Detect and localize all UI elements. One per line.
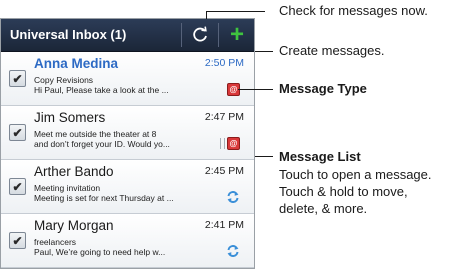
message-checkbox[interactable]: ✔	[9, 178, 26, 195]
sender-name: Anna Medina	[34, 56, 119, 71]
callout-leader	[255, 51, 273, 52]
message-time: 2:41 PM	[204, 219, 244, 231]
callout-list-instruction-1: Touch to open a message.	[279, 167, 432, 182]
attachment-icon	[220, 138, 225, 149]
message-row[interactable]: ✔ Arther Bando 2:45 PM Meeting invitation Me…	[1, 160, 254, 214]
message-time: 2:45 PM	[204, 165, 244, 177]
message-preview: Meeting is set for next Thursday at ...	[34, 193, 174, 203]
message-subject: Meeting invitation	[34, 183, 101, 193]
refresh-icon	[193, 26, 207, 42]
callout-create-messages: Create messages.	[279, 43, 385, 58]
callout-message-type: Message Type	[279, 81, 367, 96]
message-row[interactable]: ✔ Jim Somers 2:47 PM Meet me outside the th…	[1, 106, 254, 160]
message-preview: and don’t forget your ID. Would yo...	[34, 139, 170, 149]
sender-name: Arther Bando	[34, 164, 114, 179]
message-time: 2:47 PM	[204, 111, 244, 123]
callout-leader	[238, 89, 273, 90]
callout-leader	[206, 11, 222, 12]
sender-name: Mary Morgan	[34, 218, 114, 233]
message-time: 2:50 PM	[204, 57, 244, 69]
message-checkbox[interactable]: ✔	[9, 70, 26, 87]
callout-leader	[256, 156, 273, 157]
callout-check-messages: Check for messages now.	[279, 3, 428, 18]
email-icon: @	[227, 137, 240, 150]
callout-leader	[206, 11, 207, 19]
title-actions: +	[181, 19, 254, 51]
title-bar: Universal Inbox (1) +	[1, 19, 254, 52]
callout-leader	[222, 11, 265, 12]
message-subject: Copy Revisions	[34, 75, 94, 85]
message-subject: freelancers	[34, 237, 77, 247]
compose-button[interactable]: +	[219, 19, 254, 51]
sender-name: Jim Somers	[34, 110, 106, 125]
refresh-button[interactable]	[182, 19, 218, 51]
message-row[interactable]: ✔ Mary Morgan 2:41 PM freelancers Paul, We’r…	[1, 214, 254, 268]
email-glyph: @	[229, 138, 238, 148]
message-checkbox[interactable]: ✔	[9, 232, 26, 249]
callout-list-instruction-3: delete, & more.	[279, 201, 368, 216]
universal-inbox-screen: Universal Inbox (1) + ✔ Anna Medina 2:50 P…	[0, 18, 255, 269]
message-preview: Hi Paul, Please take a look at the ...	[34, 85, 169, 95]
callout-message-list: Message List	[279, 149, 361, 164]
message-row[interactable]: ✔ Anna Medina 2:50 PM Copy Revisions Hi Paul…	[1, 52, 254, 106]
plus-icon: +	[229, 21, 244, 48]
callout-list-instruction-2: Touch & hold to move,	[279, 184, 408, 199]
sync-icon	[227, 191, 239, 203]
message-subject: Meet me outside the theater at 8	[34, 129, 157, 139]
inbox-title: Universal Inbox (1)	[10, 27, 127, 42]
sync-icon	[227, 245, 239, 257]
email-glyph: @	[229, 84, 238, 94]
message-preview: Paul, We’re going to need help w...	[34, 247, 166, 257]
message-checkbox[interactable]: ✔	[9, 124, 26, 141]
